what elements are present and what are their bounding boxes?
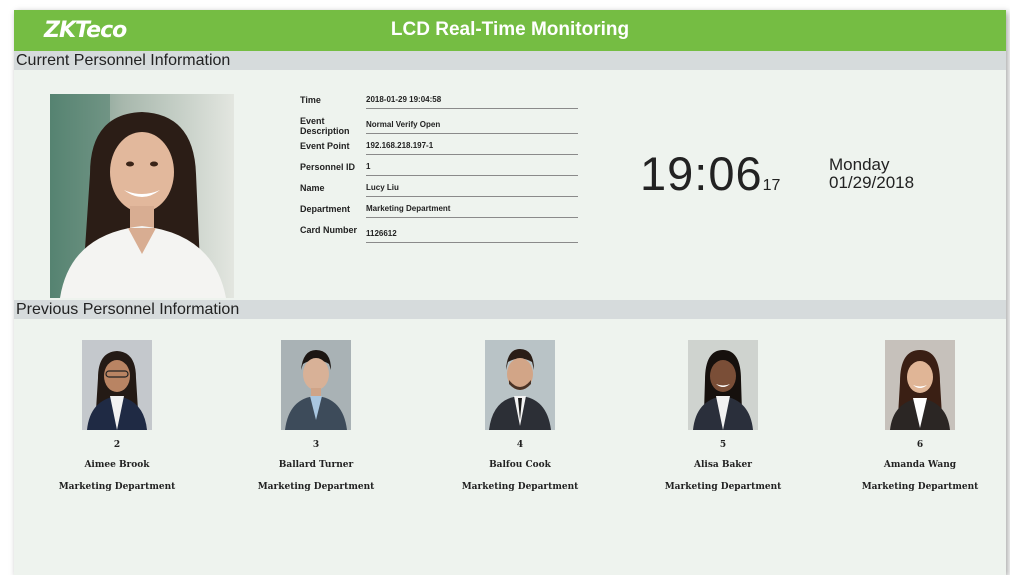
page-title: LCD Real-Time Monitoring: [390, 19, 630, 40]
info-value: 192.168.218.197-1: [366, 138, 578, 155]
weekday: Monday: [829, 155, 890, 174]
person-department: Marketing Department: [461, 482, 579, 492]
info-value: 1: [366, 159, 578, 176]
person-photo: [885, 340, 955, 430]
previous-person-card: 6 Amanda Wang Marketing Department: [830, 340, 1006, 493]
person-name: Amanda Wang: [883, 460, 957, 470]
info-label: Name: [300, 183, 325, 193]
current-personnel-header: Current Personnel Information: [14, 51, 1006, 70]
person-department: Marketing Department: [861, 482, 979, 492]
current-person-photo: [50, 94, 234, 298]
person-id: 4: [516, 440, 524, 450]
info-label: Personnel ID: [300, 162, 356, 172]
person-photo: [688, 340, 758, 430]
person-department: Marketing Department: [58, 482, 176, 492]
info-value: 2018-01-29 19:04:58: [366, 92, 578, 109]
info-value: Normal Verify Open: [366, 117, 578, 134]
info-row-time: Time 2018-01-29 19:04:58: [300, 92, 580, 113]
current-person-info: Time 2018-01-29 19:04:58 Event Descripti…: [300, 92, 580, 247]
info-row-card-number: Card Number 1126612: [300, 222, 580, 247]
previous-person-card: 4 Balfou Cook Marketing Department: [430, 340, 610, 493]
info-row-department: Department Marketing Department: [300, 201, 580, 222]
info-value: 1126612: [366, 226, 578, 243]
date-display: Monday 01/29/2018: [829, 156, 914, 192]
previous-person-card: 2 Aimee Brook Marketing Department: [27, 340, 207, 493]
person-name: Ballard Turner: [278, 460, 354, 470]
info-label: Time: [300, 95, 321, 105]
person-photo: [485, 340, 555, 430]
clock-display: 19:0617: [640, 146, 780, 201]
person-id: 3: [312, 440, 320, 450]
info-row-event-point: Event Point 192.168.218.197-1: [300, 138, 580, 159]
info-row-event-description: Event Description Normal Verify Open: [300, 113, 580, 138]
person-id: 2: [113, 440, 121, 450]
clock-seconds: 17: [762, 177, 781, 194]
person-photo: [82, 340, 152, 430]
person-id: 6: [916, 440, 924, 450]
person-id: 5: [719, 440, 727, 450]
info-row-personnel-id: Personnel ID 1: [300, 159, 580, 180]
info-label: Department: [300, 204, 351, 214]
info-value: Marketing Department: [366, 201, 578, 218]
previous-personnel-header: Previous Personnel Information: [14, 300, 1006, 319]
clock-hours-minutes: 19:06: [640, 147, 763, 200]
person-department: Marketing Department: [257, 482, 375, 492]
date-value: 01/29/2018: [829, 173, 915, 192]
person-name: Balfou Cook: [489, 460, 551, 470]
person-photo: [281, 340, 351, 430]
info-label: Event Description: [300, 116, 350, 136]
title-bar: ZKTeco LCD Real-Time Monitoring: [14, 10, 1006, 51]
person-name: Aimee Brook: [84, 460, 150, 470]
info-label: Card Number: [300, 225, 358, 235]
previous-person-card: 5 Alisa Baker Marketing Department: [633, 340, 813, 493]
previous-person-card: 3 Ballard Turner Marketing Department: [226, 340, 406, 493]
info-value: Lucy Liu: [366, 180, 578, 197]
monitoring-window: ZKTeco LCD Real-Time Monitoring Current …: [14, 10, 1006, 575]
person-department: Marketing Department: [664, 482, 782, 492]
person-name: Alisa Baker: [694, 460, 752, 470]
info-row-name: Name Lucy Liu: [300, 180, 580, 201]
info-label: Event Point: [300, 141, 350, 151]
